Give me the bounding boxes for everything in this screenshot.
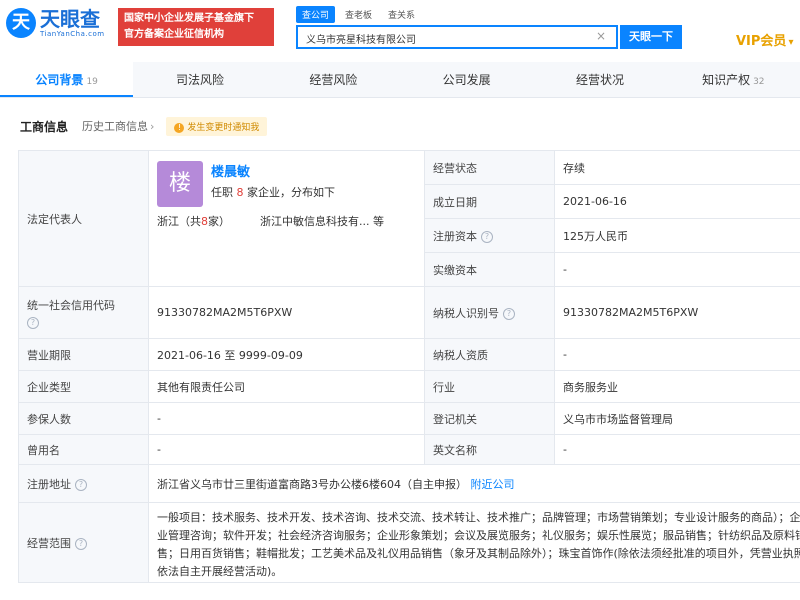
paid-capital-value: - (554, 252, 800, 287)
uscc-label-cell: 统一社会信用代码? (18, 286, 149, 339)
business-info-table: 法定代表人 楼 楼晨敏 任职 8 家企业，分布如下 浙江（共8家） 浙江中敏信息… (18, 150, 800, 583)
tab-operating-status[interactable]: 经营状况 (533, 62, 666, 97)
top-bar: 天 天眼查 TianYanCha.com 国家中小企业发展子基金旗下 官方备案企… (0, 0, 800, 60)
site-logo[interactable]: 天 天眼查 TianYanCha.com (6, 8, 105, 38)
search-tab-boss[interactable]: 查老板 (339, 6, 378, 23)
term-value: 2021-06-16 至 9999-09-09 (148, 338, 425, 371)
industry-value: 商务服务业 (554, 370, 800, 403)
legal-rep-label: 法定代表人 (18, 150, 149, 287)
legal-rep-name[interactable]: 楼晨敏 (211, 161, 335, 180)
legal-rep-company[interactable]: 浙江中敏信息科技有... 等 (260, 213, 384, 229)
search-tab-relation[interactable]: 查关系 (382, 6, 421, 23)
reg-authority-value: 义乌市市场监督管理局 (554, 402, 800, 435)
clear-icon[interactable]: × (596, 29, 606, 43)
history-link[interactable]: 历史工商信息 › (82, 118, 154, 134)
legal-rep-region[interactable]: 浙江（共8家） (157, 213, 230, 229)
tab-intellectual-property[interactable]: 知识产权 32 (667, 62, 800, 97)
company-type-value: 其他有限责任公司 (148, 370, 425, 403)
gov-banner: 国家中小企业发展子基金旗下 官方备案企业征信机构 (118, 8, 274, 46)
chevron-down-icon: ▾ (788, 37, 794, 48)
taxid-value: 91330782MA2M5T6PXW (554, 286, 800, 339)
logo-title: 天眼查 (40, 7, 100, 31)
section-header: 工商信息 历史工商信息 › ! 发生变更时通知我 (20, 114, 268, 138)
logo-icon: 天 (6, 8, 36, 38)
help-icon[interactable]: ? (75, 537, 87, 550)
help-icon[interactable]: ? (503, 307, 515, 320)
tab-company-background[interactable]: 公司背景 19 (0, 62, 134, 97)
search-tabs: 查公司 查老板 查关系 (296, 6, 421, 23)
section-title: 工商信息 (20, 119, 69, 134)
notify-change-badge[interactable]: ! 发生变更时通知我 (166, 116, 268, 136)
reg-authority-label: 登记机关 (424, 402, 555, 435)
uscc-value: 91330782MA2M5T6PXW (148, 286, 425, 339)
logo-subtitle: TianYanCha.com (40, 30, 105, 38)
insured-value: - (148, 402, 425, 435)
reg-capital-label-cell: 注册资本? (424, 218, 555, 253)
legal-rep-roles: 任职 8 家企业，分布如下 (211, 186, 335, 199)
help-icon[interactable]: ? (27, 316, 39, 329)
tab-judicial-risk[interactable]: 司法风险 (133, 62, 266, 97)
business-scope-value: 一般项目：技术服务、技术开发、技术咨询、技术交流、技术转让、技术推广；品牌管理；… (148, 502, 800, 583)
english-name-label: 英文名称 (424, 434, 555, 465)
term-label: 营业期限 (18, 338, 149, 371)
chevron-right-icon: › (150, 120, 155, 133)
reg-capital-value: 125万人民币 (554, 218, 800, 253)
english-name-value: - (554, 434, 800, 465)
bell-icon: ! (174, 122, 185, 133)
search-button[interactable]: 天眼一下 (620, 25, 682, 49)
nearby-companies-link[interactable]: 附近公司 (471, 478, 515, 491)
former-name-value: - (148, 434, 425, 465)
former-name-label: 曾用名 (18, 434, 149, 465)
vip-menu[interactable]: VIP会员 ▾ (736, 30, 793, 49)
industry-label: 行业 (424, 370, 555, 403)
tab-company-development[interactable]: 公司发展 (400, 62, 533, 97)
taxid-label-cell: 纳税人识别号? (424, 286, 555, 339)
scope-label-cell: 经营范围? (18, 502, 149, 583)
help-icon[interactable]: ? (481, 230, 493, 243)
address-label-cell: 注册地址? (18, 464, 149, 503)
legal-rep-cell: 楼 楼晨敏 任职 8 家企业，分布如下 浙江（共8家） 浙江中敏信息科技有...… (148, 150, 425, 287)
status-label: 经营状态 (424, 150, 555, 185)
company-type-label: 企业类型 (18, 370, 149, 403)
help-icon[interactable]: ? (75, 478, 87, 491)
tab-operating-risk[interactable]: 经营风险 (267, 62, 400, 97)
paid-capital-label: 实缴资本 (424, 252, 555, 287)
search-tab-company[interactable]: 查公司 (296, 6, 336, 23)
search-input[interactable]: 义乌市亮星科技有限公司 (296, 25, 618, 49)
tax-qualification-label: 纳税人资质 (424, 338, 555, 371)
status-value: 存续 (554, 150, 800, 185)
address-cell: 浙江省义乌市廿三里街道富商路3号办公楼6楼604（自主申报） 附近公司 (148, 464, 800, 503)
founded-label: 成立日期 (424, 184, 555, 219)
founded-value: 2021-06-16 (554, 184, 800, 219)
avatar: 楼 (157, 161, 203, 207)
section-nav: 公司背景 19 司法风险 经营风险 公司发展 经营状况 知识产权 32 (0, 62, 800, 98)
tax-qualification-value: - (554, 338, 800, 371)
insured-label: 参保人数 (18, 402, 149, 435)
